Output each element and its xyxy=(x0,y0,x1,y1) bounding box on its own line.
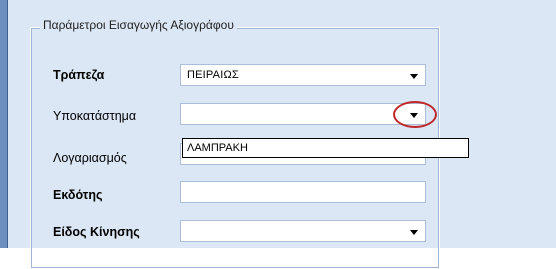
chevron-down-icon[interactable] xyxy=(410,230,418,235)
groupbox-title: Παράμετροι Εισαγωγής Αξιογράφου xyxy=(40,18,237,32)
account-label: Λογαριασμός xyxy=(53,151,127,165)
highlight-circle xyxy=(393,101,437,128)
movement-type-combobox[interactable] xyxy=(180,220,426,242)
branch-option[interactable]: ΛΑΜΠΡΑΚΗ xyxy=(187,142,248,154)
issuer-label: Εκδότης xyxy=(53,188,103,202)
window-edge xyxy=(0,0,7,248)
issuer-input[interactable] xyxy=(180,181,426,203)
chevron-down-icon[interactable] xyxy=(410,74,418,79)
branch-dropdown-list[interactable]: ΛΑΜΠΡΑΚΗ xyxy=(182,138,469,158)
branch-label: Υποκατάστημα xyxy=(53,109,137,123)
bank-label: Τράπεζα xyxy=(53,68,105,82)
movement-type-label: Είδος Κίνησης xyxy=(53,225,140,239)
bank-value: ΠΕΙΡΑΙΩΣ xyxy=(187,69,239,81)
branch-combobox[interactable] xyxy=(180,103,426,125)
bank-combobox[interactable]: ΠΕΙΡΑΙΩΣ xyxy=(180,64,426,86)
